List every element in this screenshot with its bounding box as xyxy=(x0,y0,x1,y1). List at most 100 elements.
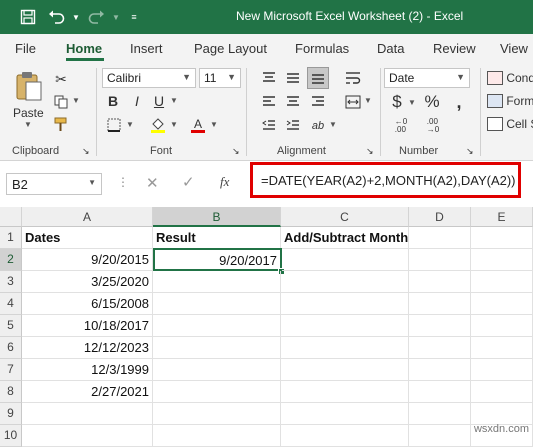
cut-icon[interactable]: ✂ xyxy=(52,70,70,88)
row-header-2[interactable]: 2 xyxy=(0,249,22,271)
row-header-1[interactable]: 1 xyxy=(0,227,22,249)
cell-b6[interactable] xyxy=(153,337,281,359)
align-middle-icon[interactable] xyxy=(284,69,302,87)
tab-file[interactable]: File xyxy=(15,41,36,56)
select-all-corner[interactable] xyxy=(0,207,22,227)
row-header-3[interactable]: 3 xyxy=(0,271,22,293)
cell-b8[interactable] xyxy=(153,381,281,403)
row-header-7[interactable]: 7 xyxy=(0,359,22,381)
underline-dropdown-icon[interactable]: ▼ xyxy=(170,96,178,105)
align-right-icon[interactable] xyxy=(309,93,327,111)
column-header-e[interactable]: E xyxy=(471,207,533,227)
border-dropdown-icon[interactable]: ▼ xyxy=(126,120,134,129)
clipboard-launcher-icon[interactable]: ↘ xyxy=(82,146,90,157)
cell-c3[interactable] xyxy=(281,271,409,293)
cell-a2[interactable]: 9/20/2015 xyxy=(22,249,153,271)
cell-b4[interactable] xyxy=(153,293,281,315)
column-header-a[interactable]: A xyxy=(22,207,153,227)
cell-c8[interactable] xyxy=(281,381,409,403)
format-as-table-button[interactable]: Form xyxy=(487,93,533,111)
border-icon[interactable] xyxy=(106,117,122,133)
percent-button[interactable]: % xyxy=(424,92,440,111)
cell-e3[interactable] xyxy=(471,271,533,293)
italic-button[interactable]: I xyxy=(130,92,144,110)
cell-c6[interactable] xyxy=(281,337,409,359)
font-color-icon[interactable]: A xyxy=(190,116,206,134)
tab-data[interactable]: Data xyxy=(377,41,404,56)
undo-dropdown-icon[interactable]: ▼ xyxy=(66,7,86,27)
cell-c7[interactable] xyxy=(281,359,409,381)
row-header-10[interactable]: 10 xyxy=(0,425,22,447)
cell-d9[interactable] xyxy=(409,403,471,425)
underline-button[interactable]: U xyxy=(152,92,166,110)
cell-c2[interactable] xyxy=(282,249,409,271)
cell-b5[interactable] xyxy=(153,315,281,337)
cell-d6[interactable] xyxy=(409,337,471,359)
cell-d7[interactable] xyxy=(409,359,471,381)
tab-page-layout[interactable]: Page Layout xyxy=(194,41,267,56)
formula-input[interactable]: =DATE(YEAR(A2)+2,MONTH(A2),DAY(A2)) xyxy=(250,162,521,198)
decrease-decimal-icon[interactable]: .00 →0 xyxy=(420,118,446,134)
merge-center-icon[interactable] xyxy=(344,93,362,111)
comma-style-icon[interactable]: , xyxy=(452,92,466,112)
cell-b3[interactable] xyxy=(153,271,281,293)
cell-e2[interactable] xyxy=(471,249,533,271)
align-left-icon[interactable] xyxy=(260,93,278,111)
row-header-4[interactable]: 4 xyxy=(0,293,22,315)
cell-styles-button[interactable]: Cell S xyxy=(487,116,533,134)
orientation-icon[interactable]: ab xyxy=(309,117,327,135)
paste-button[interactable]: Paste ▼ xyxy=(10,68,46,129)
cell-a10[interactable] xyxy=(22,425,153,447)
cell-d1[interactable] xyxy=(409,227,471,249)
cell-a1[interactable]: Dates xyxy=(22,227,153,249)
tab-home[interactable]: Home xyxy=(66,41,102,56)
cell-d2[interactable] xyxy=(409,249,471,271)
paste-dropdown-icon[interactable]: ▼ xyxy=(24,120,32,129)
cell-a6[interactable]: 12/12/2023 xyxy=(22,337,153,359)
tab-review[interactable]: Review xyxy=(433,41,476,56)
bold-button[interactable]: B xyxy=(106,92,120,110)
cell-e4[interactable] xyxy=(471,293,533,315)
row-header-5[interactable]: 5 xyxy=(0,315,22,337)
conditional-formatting-button[interactable]: Cond xyxy=(487,70,533,88)
font-name-select[interactable]: Calibri ▼ xyxy=(102,68,196,88)
redo-icon[interactable] xyxy=(86,7,106,27)
column-header-c[interactable]: C xyxy=(281,207,409,227)
align-center-icon[interactable] xyxy=(284,93,302,111)
formula-bar-grip-icon[interactable]: ⋮ xyxy=(117,175,129,189)
cell-b9[interactable] xyxy=(153,403,281,425)
font-size-select[interactable]: 11 ▼ xyxy=(199,68,241,88)
cell-c5[interactable] xyxy=(281,315,409,337)
cell-e6[interactable] xyxy=(471,337,533,359)
cell-e7[interactable] xyxy=(471,359,533,381)
tab-formulas[interactable]: Formulas xyxy=(295,41,349,56)
cell-d4[interactable] xyxy=(409,293,471,315)
tab-insert[interactable]: Insert xyxy=(130,41,163,56)
number-format-select[interactable]: Date ▼ xyxy=(384,68,470,88)
enter-icon[interactable]: ✓ xyxy=(182,173,195,191)
row-header-8[interactable]: 8 xyxy=(0,381,22,403)
insert-function-icon[interactable]: fx xyxy=(220,174,229,190)
cell-a5[interactable]: 10/18/2017 xyxy=(22,315,153,337)
cell-e8[interactable] xyxy=(471,381,533,403)
cell-d10[interactable] xyxy=(409,425,471,447)
alignment-launcher-icon[interactable]: ↘ xyxy=(366,146,374,157)
column-header-d[interactable]: D xyxy=(409,207,471,227)
tab-view[interactable]: View xyxy=(500,41,528,56)
cell-b7[interactable] xyxy=(153,359,281,381)
wrap-text-icon[interactable] xyxy=(344,69,362,87)
redo-dropdown-icon[interactable]: ▼ xyxy=(106,7,126,27)
cell-b10[interactable] xyxy=(153,425,281,447)
save-icon[interactable] xyxy=(18,7,38,27)
cancel-icon[interactable]: ✕ xyxy=(146,174,159,192)
align-bottom-icon[interactable] xyxy=(307,67,329,89)
row-header-6[interactable]: 6 xyxy=(0,337,22,359)
cell-d8[interactable] xyxy=(409,381,471,403)
copy-icon[interactable] xyxy=(52,93,70,111)
cell-c10[interactable] xyxy=(281,425,409,447)
cell-a4[interactable]: 6/15/2008 xyxy=(22,293,153,315)
name-box[interactable]: B2 ▼ xyxy=(6,173,102,195)
cell-d5[interactable] xyxy=(409,315,471,337)
fill-color-dropdown-icon[interactable]: ▼ xyxy=(170,120,178,129)
format-painter-icon[interactable] xyxy=(52,116,70,134)
